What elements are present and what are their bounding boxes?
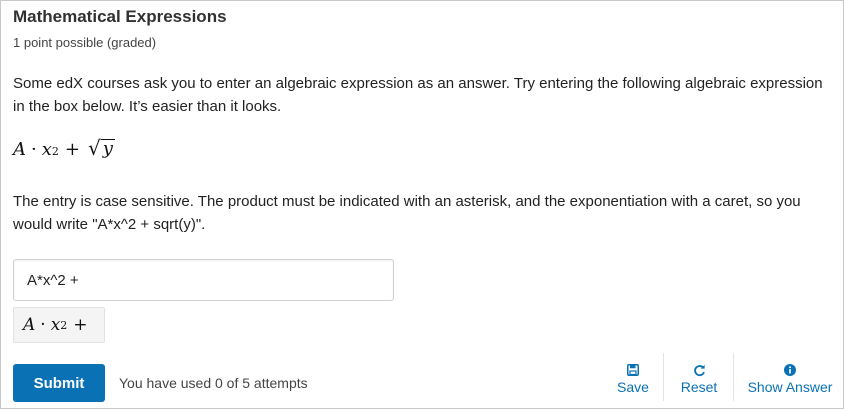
problem-title: Mathematical Expressions	[13, 7, 227, 26]
answer-preview: A · x2 +	[13, 307, 105, 343]
submit-button[interactable]: Submit	[13, 364, 105, 402]
formula-exponent: 2	[51, 145, 59, 158]
show-answer-button[interactable]: Show Answer	[743, 363, 837, 397]
problem-intro: Some edX courses ask you to enter an alg…	[13, 75, 823, 115]
save-button[interactable]: Save	[609, 363, 657, 397]
preview-plus: +	[73, 315, 88, 335]
info-circle-icon	[784, 363, 796, 377]
attempts-counter: You have used 0 of 5 attempts	[119, 375, 308, 391]
formula-var-a: A	[13, 139, 26, 160]
reset-button[interactable]: Reset	[672, 363, 726, 397]
radical-sign: √	[87, 136, 101, 160]
reset-label: Reset	[680, 379, 718, 395]
formula-plus: +	[64, 139, 80, 160]
refresh-icon	[693, 363, 706, 377]
problem-container: Mathematical Expressions 1 point possibl…	[0, 0, 844, 409]
show-answer-label: Show Answer	[747, 379, 833, 395]
problem-instructions: The entry is case sensitive. The product…	[13, 193, 801, 233]
formula-var-x: x	[41, 139, 52, 160]
formula-var-y: y	[100, 138, 115, 159]
target-formula: A · x2 + √ y	[13, 138, 115, 160]
answer-input[interactable]	[13, 259, 394, 301]
floppy-disk-icon	[627, 363, 639, 377]
formula-sqrt: √ y	[88, 138, 115, 158]
preview-dot: ·	[40, 315, 46, 335]
formula-dot: ·	[31, 139, 37, 160]
preview-exponent: 2	[60, 318, 68, 332]
preview-var-x: x	[50, 315, 61, 335]
preview-var-a: A	[23, 315, 36, 335]
action-divider	[733, 353, 734, 401]
points-possible: 1 point possible (graded)	[13, 35, 157, 50]
action-divider	[663, 353, 664, 401]
save-label: Save	[617, 379, 649, 395]
